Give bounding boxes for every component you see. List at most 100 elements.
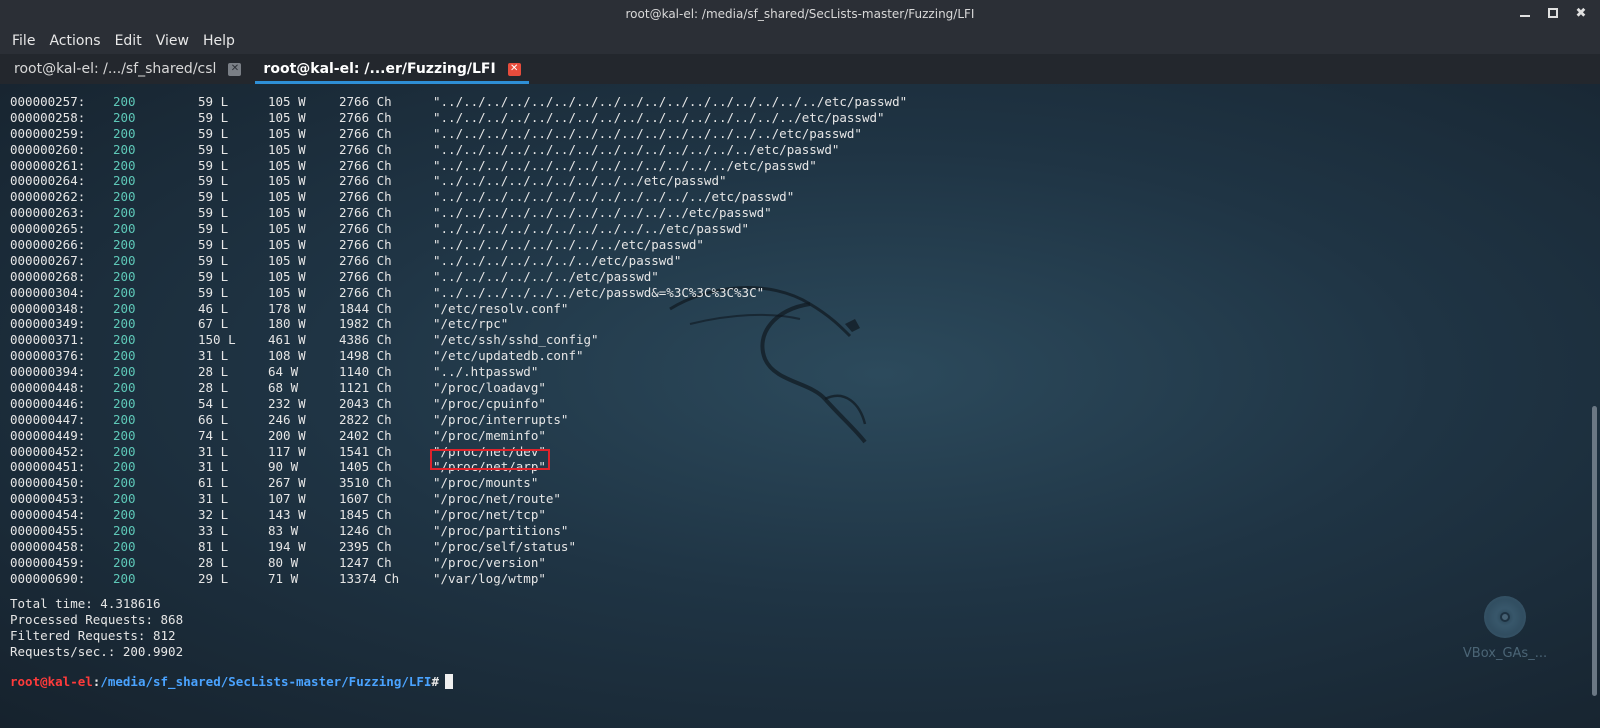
result-payload: "/proc/partitions": [433, 523, 569, 539]
result-payload: "../../../../../../../../../../../../etc…: [433, 189, 795, 205]
result-status-code: 200: [113, 109, 136, 125]
result-id: 000000450:: [10, 475, 86, 491]
result-chars: 4386 Ch: [339, 332, 392, 348]
result-id: 000000260:: [10, 141, 86, 157]
result-chars: 2766 Ch: [339, 173, 392, 189]
result-chars: 1246 Ch: [339, 523, 392, 539]
menu-actions[interactable]: Actions: [42, 33, 107, 49]
result-status-code: 200: [113, 332, 136, 348]
minimize-icon: [1520, 15, 1530, 17]
tab-sf-shared-csl[interactable]: root@kal-el: /.../sf_shared/csl ✕: [0, 54, 249, 84]
result-words: 246 W: [268, 411, 306, 427]
result-id: 000000349:: [10, 316, 86, 332]
maximize-icon: [1548, 8, 1558, 18]
result-words: 105 W: [268, 237, 306, 253]
result-id: 000000394:: [10, 364, 86, 380]
prompt-separator: :: [92, 674, 101, 689]
result-words: 107 W: [268, 491, 306, 507]
maximize-button[interactable]: [1544, 4, 1562, 22]
result-payload: "../../../../../../../../../../../etc/pa…: [433, 205, 772, 221]
result-lines: 31 L: [198, 459, 229, 475]
result-payload: "/proc/net/route": [433, 491, 561, 507]
result-payload: "../../../../../../../../etc/passwd": [433, 237, 704, 253]
result-words: 200 W: [268, 427, 306, 443]
result-lines: 59 L: [198, 141, 229, 157]
result-chars: 3510 Ch: [339, 475, 392, 491]
result-lines: 81 L: [198, 538, 229, 554]
result-id: 000000258:: [10, 109, 86, 125]
result-id: 000000262:: [10, 189, 86, 205]
menu-file[interactable]: File: [5, 33, 42, 49]
result-payload: "../../../../../../../../../../etc/passw…: [433, 221, 750, 237]
tab-fuzzing-lfi[interactable]: root@kal-el: /...er/Fuzzing/LFI ✕: [249, 54, 529, 84]
result-words: 108 W: [268, 348, 306, 364]
menu-view[interactable]: View: [149, 33, 196, 49]
stat-filtered-requests: Filtered Requests: 812: [10, 627, 176, 643]
terminal-output[interactable]: 000000257: 200 59 L 105 W 2766 Ch "../../../.…: [0, 84, 1600, 728]
result-lines: 33 L: [198, 523, 229, 539]
result-payload: "../../../../../../../../../../../../../…: [433, 157, 817, 173]
result-lines: 66 L: [198, 411, 229, 427]
result-id: 000000267:: [10, 252, 86, 268]
result-lines: 150 L: [198, 332, 236, 348]
result-id: 000000459:: [10, 554, 86, 570]
result-payload: "/proc/loadavg": [433, 380, 546, 396]
result-lines: 59 L: [198, 157, 229, 173]
result-lines: 28 L: [198, 554, 229, 570]
tab-close-icon[interactable]: ✕: [228, 62, 242, 76]
minimize-button[interactable]: [1516, 4, 1534, 22]
close-button[interactable]: ✖: [1572, 4, 1590, 22]
result-id: 000000304:: [10, 284, 86, 300]
result-payload: "/etc/updatedb.conf": [433, 348, 584, 364]
desktop-icon-vbox[interactable]: VBox_GAs_...: [1450, 596, 1560, 676]
result-id: 000000376:: [10, 348, 86, 364]
scrollbar-thumb[interactable]: [1592, 406, 1597, 696]
fuzz-stats: Total time: 4.318616 Processed Requests:…: [10, 596, 183, 660]
result-status-code: 200: [113, 316, 136, 332]
result-lines: 31 L: [198, 443, 229, 459]
stat-processed-requests: Processed Requests: 868: [10, 611, 184, 627]
prompt-path: /media/sf_shared/SecLists-master/Fuzzing…: [100, 674, 432, 689]
result-chars: 2822 Ch: [339, 411, 392, 427]
result-status-code: 200: [113, 554, 136, 570]
tab-label: root@kal-el: /.../sf_shared/csl: [14, 61, 217, 77]
result-words: 105 W: [268, 109, 306, 125]
tab-close-icon[interactable]: ✕: [507, 62, 521, 76]
result-words: 80 W: [268, 554, 299, 570]
result-status-code: 200: [113, 94, 136, 109]
result-status-code: 200: [113, 237, 136, 253]
result-lines: 46 L: [198, 300, 229, 316]
result-payload: "../../../../../../../../../../../../../…: [433, 141, 840, 157]
result-status-code: 200: [113, 125, 136, 141]
result-chars: 1845 Ch: [339, 507, 392, 523]
result-payload: "/var/log/wtmp": [433, 570, 546, 586]
result-status-code: 200: [113, 268, 136, 284]
result-chars: 2043 Ch: [339, 395, 392, 411]
menu-help[interactable]: Help: [196, 33, 242, 49]
result-chars: 1247 Ch: [339, 554, 392, 570]
result-status-code: 200: [113, 189, 136, 205]
scrollbar[interactable]: [1588, 84, 1600, 728]
result-words: 267 W: [268, 475, 306, 491]
result-chars: 2395 Ch: [339, 538, 392, 554]
result-words: 71 W: [268, 570, 299, 586]
result-chars: 1607 Ch: [339, 491, 392, 507]
prompt-hash: #: [431, 674, 439, 689]
result-id: 000000452:: [10, 443, 86, 459]
highlight-box: [430, 449, 550, 470]
result-status-code: 200: [113, 300, 136, 316]
shell-prompt[interactable]: root@kal-el:/media/sf_shared/SecLists-ma…: [10, 674, 453, 689]
result-chars: 2766 Ch: [339, 141, 392, 157]
result-lines: 67 L: [198, 316, 229, 332]
prompt-user: root@kal-el: [10, 674, 93, 689]
stat-requests-per-sec: Requests/sec.: 200.9902: [10, 643, 184, 659]
result-payload: "/proc/net/tcp": [433, 507, 546, 523]
result-payload: "/etc/rpc": [433, 316, 509, 332]
close-icon: ✖: [1575, 5, 1587, 21]
result-id: 000000451:: [10, 459, 86, 475]
menu-edit[interactable]: Edit: [108, 33, 149, 49]
result-chars: 1405 Ch: [339, 459, 392, 475]
result-words: 105 W: [268, 221, 306, 237]
result-words: 83 W: [268, 523, 299, 539]
result-status-code: 200: [113, 411, 136, 427]
